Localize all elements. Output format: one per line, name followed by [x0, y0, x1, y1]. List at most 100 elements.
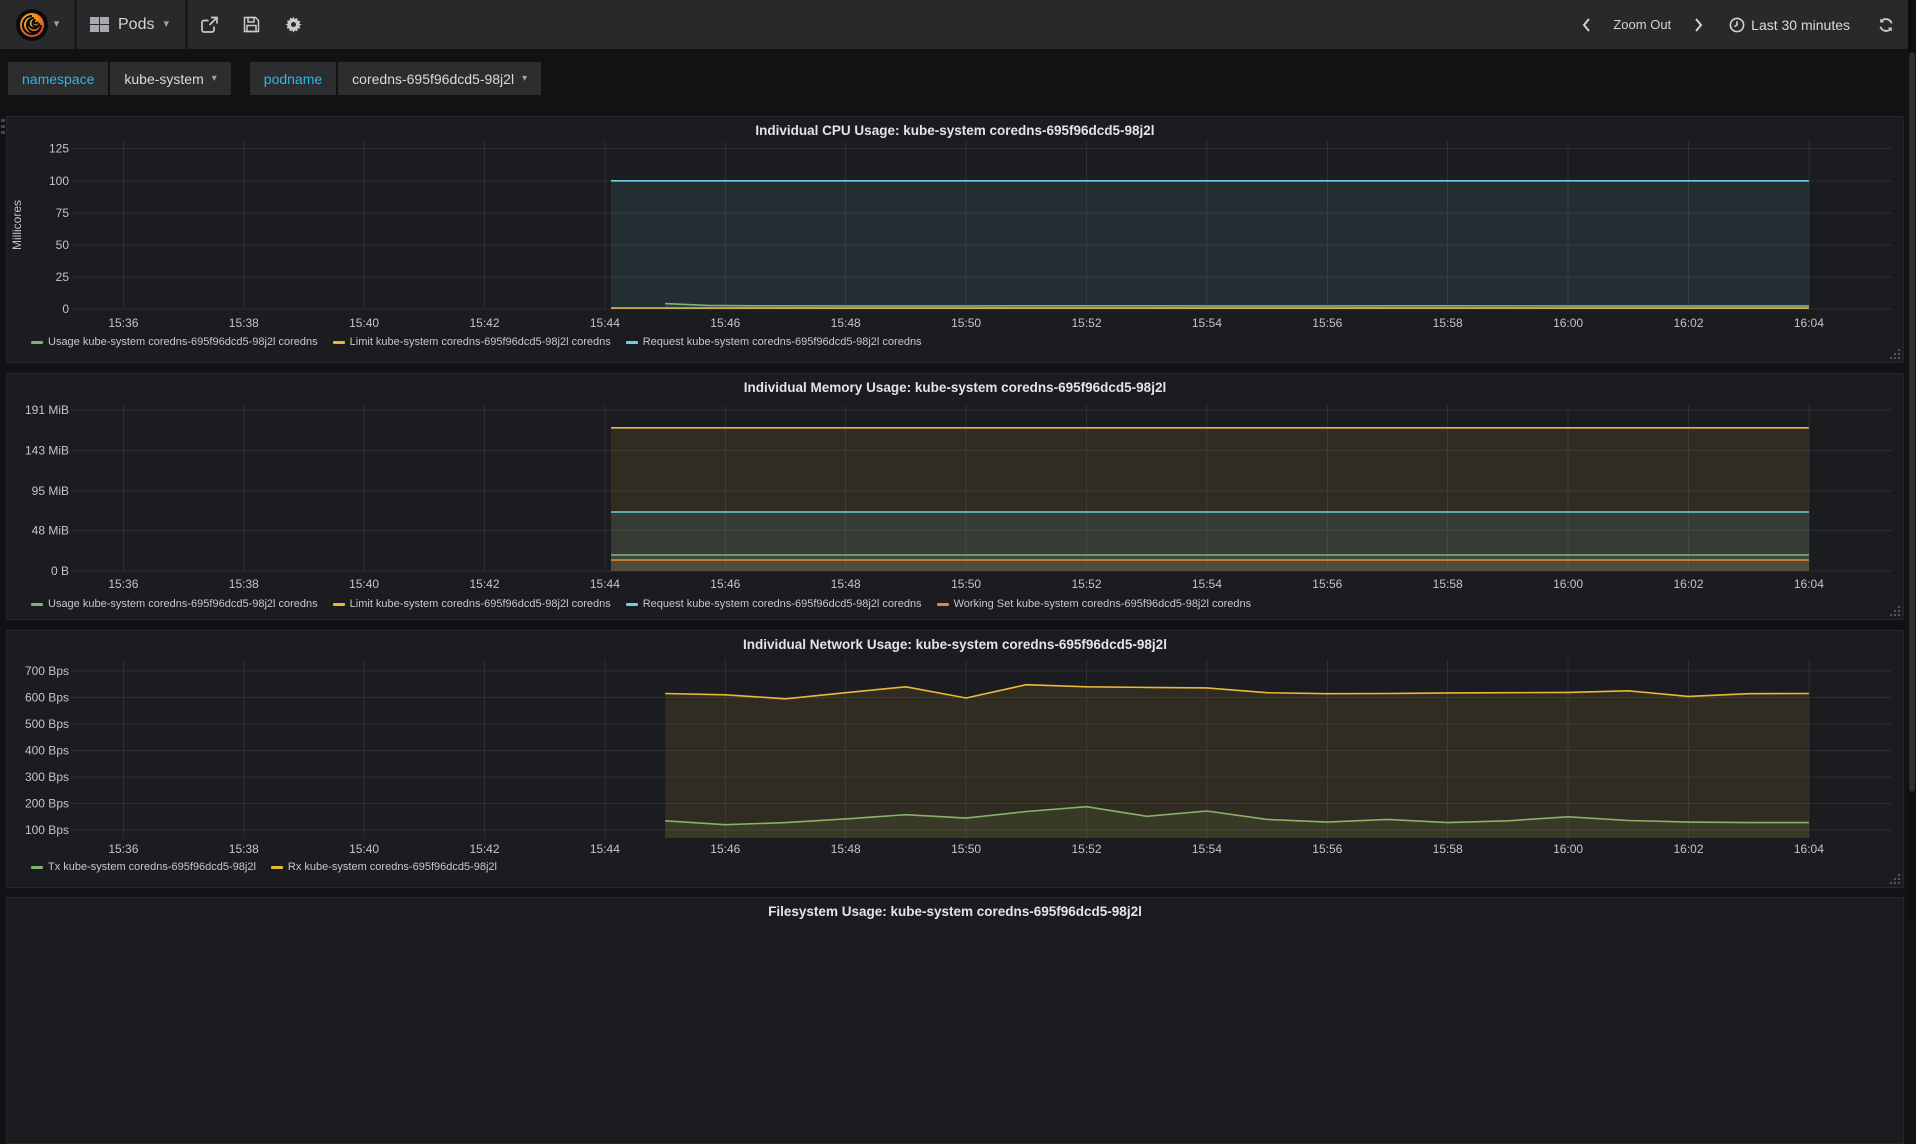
y-axis-tick-label: 200 Bps	[25, 797, 69, 811]
panel-resize-handle[interactable]	[1898, 882, 1900, 884]
series-fill	[611, 560, 1809, 571]
x-axis-tick-label: 16:00	[1553, 577, 1583, 591]
x-axis-tick-label: 15:38	[229, 316, 259, 330]
panel-title[interactable]: Filesystem Usage: kube-system coredns-69…	[7, 904, 1903, 919]
legend-color-dash	[31, 865, 43, 869]
x-axis-tick-label: 15:58	[1433, 577, 1463, 591]
dashboard-picker-button[interactable]: Pods ▾	[77, 0, 188, 49]
legend-item[interactable]: Limit kube-system coredns-695f96dcd5-98j…	[332, 598, 611, 610]
variable-namespace: namespace kube-system ▾	[8, 62, 231, 95]
x-axis-tick-label: 15:44	[590, 577, 620, 591]
y-axis-tick-label: 0	[62, 302, 69, 316]
y-axis-tick-label: 300 Bps	[25, 770, 69, 784]
legend-item[interactable]: Request kube-system coredns-695f96dcd5-9…	[625, 598, 922, 610]
dashboard-settings-button[interactable]	[272, 0, 314, 49]
panel-title[interactable]: Individual Memory Usage: kube-system cor…	[7, 380, 1903, 395]
legend-label: Usage kube-system coredns-695f96dcd5-98j…	[48, 336, 318, 348]
legend-label: Usage kube-system coredns-695f96dcd5-98j…	[48, 598, 318, 610]
legend-label: Tx kube-system coredns-695f96dcd5-98j2l	[48, 861, 256, 873]
share-dashboard-button[interactable]	[188, 0, 230, 49]
x-axis-tick-label: 15:54	[1192, 842, 1222, 856]
legend-color-dash	[270, 865, 283, 869]
x-axis-tick-label: 15:40	[349, 842, 379, 856]
chevron-right-icon	[1694, 17, 1703, 32]
scrollbar-thumb[interactable]	[1909, 52, 1915, 792]
y-axis-tick-label: 600 Bps	[25, 691, 69, 705]
y-axis-tick-label: 75	[56, 206, 70, 220]
legend-color-dash	[936, 602, 949, 606]
time-forward-button[interactable]	[1685, 0, 1711, 49]
x-axis-tick-label: 15:50	[951, 842, 981, 856]
legend-item[interactable]: Rx kube-system coredns-695f96dcd5-98j2l	[270, 861, 497, 873]
panel-resize-handle[interactable]	[1898, 614, 1900, 616]
network-chart-legend: Tx kube-system coredns-695f96dcd5-98j2l R…	[31, 861, 497, 873]
x-axis-tick-label: 15:42	[469, 577, 499, 591]
cpu-chart-legend: Usage kube-system coredns-695f96dcd5-98j…	[31, 336, 922, 348]
legend-item[interactable]: Request kube-system coredns-695f96dcd5-9…	[625, 336, 922, 348]
legend-item[interactable]: Usage kube-system coredns-695f96dcd5-98j…	[31, 336, 318, 348]
legend-color-dash	[625, 602, 638, 606]
x-axis-tick-label: 16:00	[1553, 842, 1583, 856]
side-menu-toggle[interactable]	[1, 119, 5, 135]
cpu-chart-canvas[interactable]: 0 25 50 75 100 125 15:36 15:38 15:40 15:42 15:44 15…	[7, 117, 1903, 362]
legend-color-dash	[625, 340, 638, 344]
y-axis-unit-label: Millicores	[10, 200, 24, 250]
x-axis-tick-label: 16:02	[1673, 842, 1703, 856]
share-icon	[200, 16, 219, 34]
legend-item[interactable]: Usage kube-system coredns-695f96dcd5-98j…	[31, 598, 318, 610]
legend-item[interactable]: Limit kube-system coredns-695f96dcd5-98j…	[332, 336, 611, 348]
x-axis-tick-label: 16:02	[1673, 316, 1703, 330]
x-axis-tick-label: 15:58	[1433, 316, 1463, 330]
y-axis-tick-label: 48 MiB	[32, 524, 69, 538]
time-back-button[interactable]	[1573, 0, 1599, 49]
zoom-out-button[interactable]: Zoom Out	[1603, 17, 1681, 32]
x-axis-tick-label: 15:58	[1433, 842, 1463, 856]
chart-plot: 100 Bps 200 Bps 300 Bps 400 Bps 500 Bps 600 B…	[25, 659, 1892, 856]
x-axis-tick-label: 15:36	[108, 842, 138, 856]
x-axis-tick-label: 16:02	[1673, 577, 1703, 591]
grafana-logo-icon	[15, 8, 49, 42]
grafana-menu-button[interactable]: ▾	[0, 0, 77, 49]
y-axis-tick-label: 95 MiB	[32, 484, 69, 498]
x-axis-tick-label: 15:46	[710, 842, 740, 856]
x-axis-tick-label: 15:36	[108, 577, 138, 591]
dashboard-grid-icon	[90, 16, 109, 33]
x-axis-tick-label: 15:54	[1192, 316, 1222, 330]
x-axis-tick-label: 15:56	[1312, 577, 1342, 591]
variable-podname: podname coredns-695f96dcd5-98j2l ▾	[249, 62, 542, 95]
save-dashboard-button[interactable]	[230, 0, 272, 49]
x-axis-tick-label: 15:40	[349, 577, 379, 591]
variable-podname-value: coredns-695f96dcd5-98j2l	[352, 70, 515, 87]
legend-label: Rx kube-system coredns-695f96dcd5-98j2l	[287, 861, 497, 873]
legend-color-dash	[332, 602, 345, 606]
time-range-picker[interactable]: Last 30 minutes	[1729, 17, 1850, 33]
memory-chart-canvas[interactable]: 0 B 48 MiB 95 MiB 143 MiB 191 MiB 15:36 15:38 1…	[7, 374, 1903, 619]
x-axis-tick-label: 15:46	[710, 577, 740, 591]
chart-plot: 0 B 48 MiB 95 MiB 143 MiB 191 MiB 15:36 15:38 1…	[25, 403, 1892, 591]
network-chart-canvas[interactable]: 100 Bps 200 Bps 300 Bps 400 Bps 500 Bps 600 B…	[7, 631, 1903, 887]
chevron-down-icon: ▾	[211, 72, 217, 84]
x-axis-tick-label: 16:04	[1794, 316, 1824, 330]
y-axis-tick-label: 500 Bps	[25, 717, 69, 731]
variable-namespace-dropdown[interactable]: kube-system ▾	[110, 62, 231, 95]
panel-title[interactable]: Individual CPU Usage: kube-system coredn…	[7, 123, 1903, 138]
x-axis-tick-label: 15:48	[831, 316, 861, 330]
clock-icon	[1729, 17, 1745, 33]
x-axis-tick-label: 15:46	[710, 316, 740, 330]
refresh-button[interactable]	[1874, 0, 1898, 49]
panel-filesystem-usage: Filesystem Usage: kube-system coredns-69…	[6, 897, 1904, 1144]
chart-plot: 0 25 50 75 100 125 15:36 15:38 15:40 15:42 15:44 15…	[10, 141, 1892, 330]
panel-cpu-usage: Individual CPU Usage: kube-system coredn…	[6, 116, 1904, 363]
legend-item[interactable]: Working Set kube-system coredns-695f96dc…	[936, 598, 1251, 610]
panel-title[interactable]: Individual Network Usage: kube-system co…	[7, 637, 1903, 652]
y-axis-tick-label: 25	[56, 270, 70, 284]
chevron-down-icon: ▾	[522, 72, 528, 84]
panel-resize-handle[interactable]	[1898, 357, 1900, 359]
page-scrollbar	[1908, 0, 1916, 920]
x-axis-tick-label: 15:42	[469, 842, 499, 856]
legend-item[interactable]: Tx kube-system coredns-695f96dcd5-98j2l	[31, 861, 256, 873]
x-axis-tick-label: 16:00	[1553, 316, 1583, 330]
legend-color-dash	[31, 602, 43, 606]
variable-podname-dropdown[interactable]: coredns-695f96dcd5-98j2l ▾	[338, 62, 542, 95]
refresh-icon	[1878, 17, 1894, 33]
